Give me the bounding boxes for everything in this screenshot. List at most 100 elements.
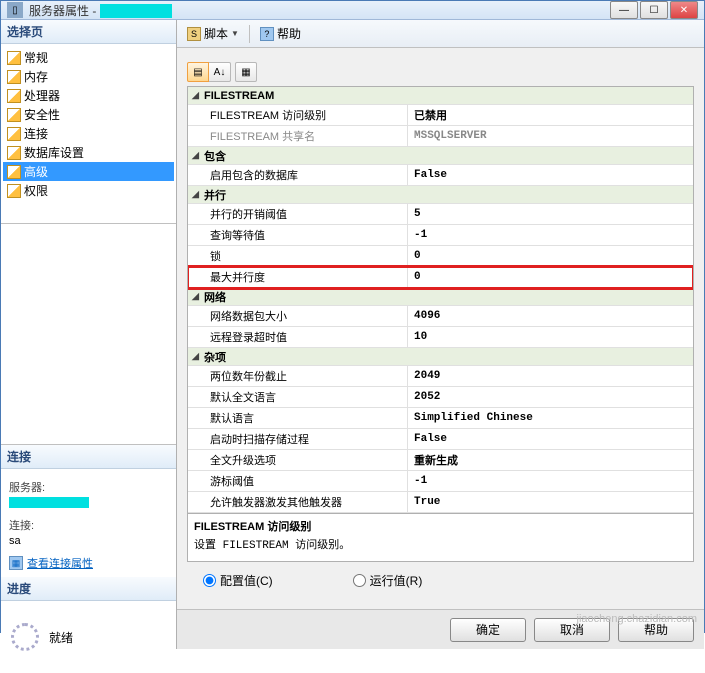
ok-button[interactable]: 确定 xyxy=(450,618,526,642)
prop-value[interactable]: False xyxy=(408,429,693,449)
select-page-header: 选择页 xyxy=(1,20,176,44)
prop-value[interactable]: MSSQLSERVER xyxy=(408,126,693,146)
sidebar-item-label: 内存 xyxy=(24,68,48,85)
category-label: FILESTREAM xyxy=(204,90,274,102)
sidebar-item-general[interactable]: 常规 xyxy=(3,48,174,67)
grid-row[interactable]: 并行的开销阈值5 xyxy=(188,204,693,225)
view-connection-link[interactable]: ▦ 查看连接属性 xyxy=(9,555,168,571)
prop-name: 锁 xyxy=(188,246,408,266)
sidebar-item-connections[interactable]: 连接 xyxy=(3,124,174,143)
chevron-down-icon: ▼ xyxy=(231,29,239,38)
sidebar-item-security[interactable]: 安全性 xyxy=(3,105,174,124)
prop-name: 游标阈值 xyxy=(188,471,408,491)
prop-value[interactable]: -1 xyxy=(408,225,693,245)
minimize-button[interactable]: — xyxy=(610,1,638,19)
prop-value[interactable]: 2052 xyxy=(408,387,693,407)
progress-panel: 进度 就绪 xyxy=(1,577,176,649)
property-grid[interactable]: ◢FILESTREAMFILESTREAM 访问级别已禁用FILESTREAM … xyxy=(187,86,694,514)
grid-category[interactable]: ◢网络 xyxy=(188,288,693,306)
help-icon: ? xyxy=(260,27,274,41)
prop-value[interactable]: 0 xyxy=(408,246,693,266)
maximize-button[interactable]: ☐ xyxy=(640,1,668,19)
prop-value[interactable]: True xyxy=(408,492,693,512)
prop-value[interactable]: 已禁用 xyxy=(408,105,693,125)
collapse-icon: ◢ xyxy=(190,291,201,302)
sidebar-item-advanced[interactable]: 高级 xyxy=(3,162,174,181)
prop-value[interactable]: 4096 xyxy=(408,306,693,326)
titlebar[interactable]: ▯ 服务器属性 - XXXXXXXXX — ☐ ✕ xyxy=(1,1,704,20)
server-value-redacted xyxy=(9,497,89,508)
prop-name: FILESTREAM 共享名 xyxy=(188,126,408,146)
sidebar-item-label: 常规 xyxy=(24,49,48,66)
cancel-button[interactable]: 取消 xyxy=(534,618,610,642)
prop-value[interactable]: 重新生成 xyxy=(408,450,693,470)
grid-category[interactable]: ◢并行 xyxy=(188,186,693,204)
prop-value[interactable]: 0 xyxy=(408,267,693,287)
grid-row[interactable]: 默认语言Simplified Chinese xyxy=(188,408,693,429)
prop-value[interactable]: 10 xyxy=(408,327,693,347)
prop-name: 最大并行度 xyxy=(188,267,408,287)
script-button[interactable]: S 脚本 ▼ xyxy=(183,23,243,44)
grid-row[interactable]: 最大并行度0 xyxy=(188,267,693,288)
server-label: 服务器: xyxy=(9,479,168,495)
body: 选择页 常规 内存 处理器 安全性 连接 数据库设置 高级 权限 连接 服务器:… xyxy=(1,20,704,649)
grid-row[interactable]: FILESTREAM 共享名MSSQLSERVER xyxy=(188,126,693,147)
categorize-button[interactable]: ▤ xyxy=(187,62,209,82)
grid-row[interactable]: 启用包含的数据库False xyxy=(188,165,693,186)
category-label: 网络 xyxy=(204,289,226,305)
radio-row: 配置值(C) 运行值(R) xyxy=(187,562,694,599)
grid-category[interactable]: ◢包含 xyxy=(188,147,693,165)
page-icon xyxy=(7,184,21,198)
prop-value[interactable]: False xyxy=(408,165,693,185)
conn-value: sa xyxy=(9,535,168,547)
sidebar-item-permissions[interactable]: 权限 xyxy=(3,181,174,200)
grid-row[interactable]: 游标阈值-1 xyxy=(188,471,693,492)
sidebar-item-dbsettings[interactable]: 数据库设置 xyxy=(3,143,174,162)
sidebar-item-label: 安全性 xyxy=(24,106,60,123)
category-label: 并行 xyxy=(204,187,226,203)
grid-row[interactable]: 启动时扫描存储过程False xyxy=(188,429,693,450)
grid-row[interactable]: FILESTREAM 访问级别已禁用 xyxy=(188,105,693,126)
window: ▯ 服务器属性 - XXXXXXXXX — ☐ ✕ 选择页 常规 内存 处理器 … xyxy=(0,0,705,633)
grid-row[interactable]: 网络数据包大小4096 xyxy=(188,306,693,327)
help-button[interactable]: ? 帮助 xyxy=(256,23,305,44)
main-toolbar: S 脚本 ▼ ? 帮助 xyxy=(177,20,704,48)
alphabetical-button[interactable]: A↓ xyxy=(209,62,231,82)
prop-value[interactable]: Simplified Chinese xyxy=(408,408,693,428)
page-tree: 常规 内存 处理器 安全性 连接 数据库设置 高级 权限 xyxy=(1,44,176,224)
prop-name: 远程登录超时值 xyxy=(188,327,408,347)
grid-toolbar: ▤ A↓ ▦ xyxy=(187,58,694,86)
grid-row[interactable]: 查询等待值-1 xyxy=(188,225,693,246)
grid-row[interactable]: 远程登录超时值10 xyxy=(188,327,693,348)
conn-label: 连接: xyxy=(9,517,168,533)
running-radio[interactable]: 运行值(R) xyxy=(353,572,423,589)
property-pages-button[interactable]: ▦ xyxy=(235,62,257,82)
prop-name: 默认全文语言 xyxy=(188,387,408,407)
collapse-icon: ◢ xyxy=(190,150,201,161)
prop-name: 全文升级选项 xyxy=(188,450,408,470)
help-footer-button[interactable]: 帮助 xyxy=(618,618,694,642)
prop-value[interactable]: -1 xyxy=(408,471,693,491)
window-controls: — ☐ ✕ xyxy=(610,1,698,19)
close-button[interactable]: ✕ xyxy=(670,1,698,19)
sidebar-item-processors[interactable]: 处理器 xyxy=(3,86,174,105)
grid-row[interactable]: 全文升级选项重新生成 xyxy=(188,450,693,471)
main: S 脚本 ▼ ? 帮助 ▤ A↓ ▦ xyxy=(177,20,704,649)
grid-row[interactable]: 允许触发器激发其他触发器True xyxy=(188,492,693,513)
grid-category[interactable]: ◢FILESTREAM xyxy=(188,87,693,105)
footer: 确定 取消 帮助 xyxy=(177,609,704,649)
prop-name: 并行的开销阈值 xyxy=(188,204,408,224)
grid-category[interactable]: ◢杂项 xyxy=(188,348,693,366)
configured-radio[interactable]: 配置值(C) xyxy=(203,572,273,589)
sidebar: 选择页 常规 内存 处理器 安全性 连接 数据库设置 高级 权限 连接 服务器:… xyxy=(1,20,177,649)
prop-name: 启动时扫描存储过程 xyxy=(188,429,408,449)
prop-value[interactable]: 2049 xyxy=(408,366,693,386)
sidebar-item-label: 处理器 xyxy=(24,87,60,104)
page-icon xyxy=(7,70,21,84)
sidebar-item-memory[interactable]: 内存 xyxy=(3,67,174,86)
page-icon xyxy=(7,165,21,179)
grid-row[interactable]: 默认全文语言2052 xyxy=(188,387,693,408)
prop-value[interactable]: 5 xyxy=(408,204,693,224)
grid-row[interactable]: 两位数年份截止2049 xyxy=(188,366,693,387)
grid-row[interactable]: 锁0 xyxy=(188,246,693,267)
